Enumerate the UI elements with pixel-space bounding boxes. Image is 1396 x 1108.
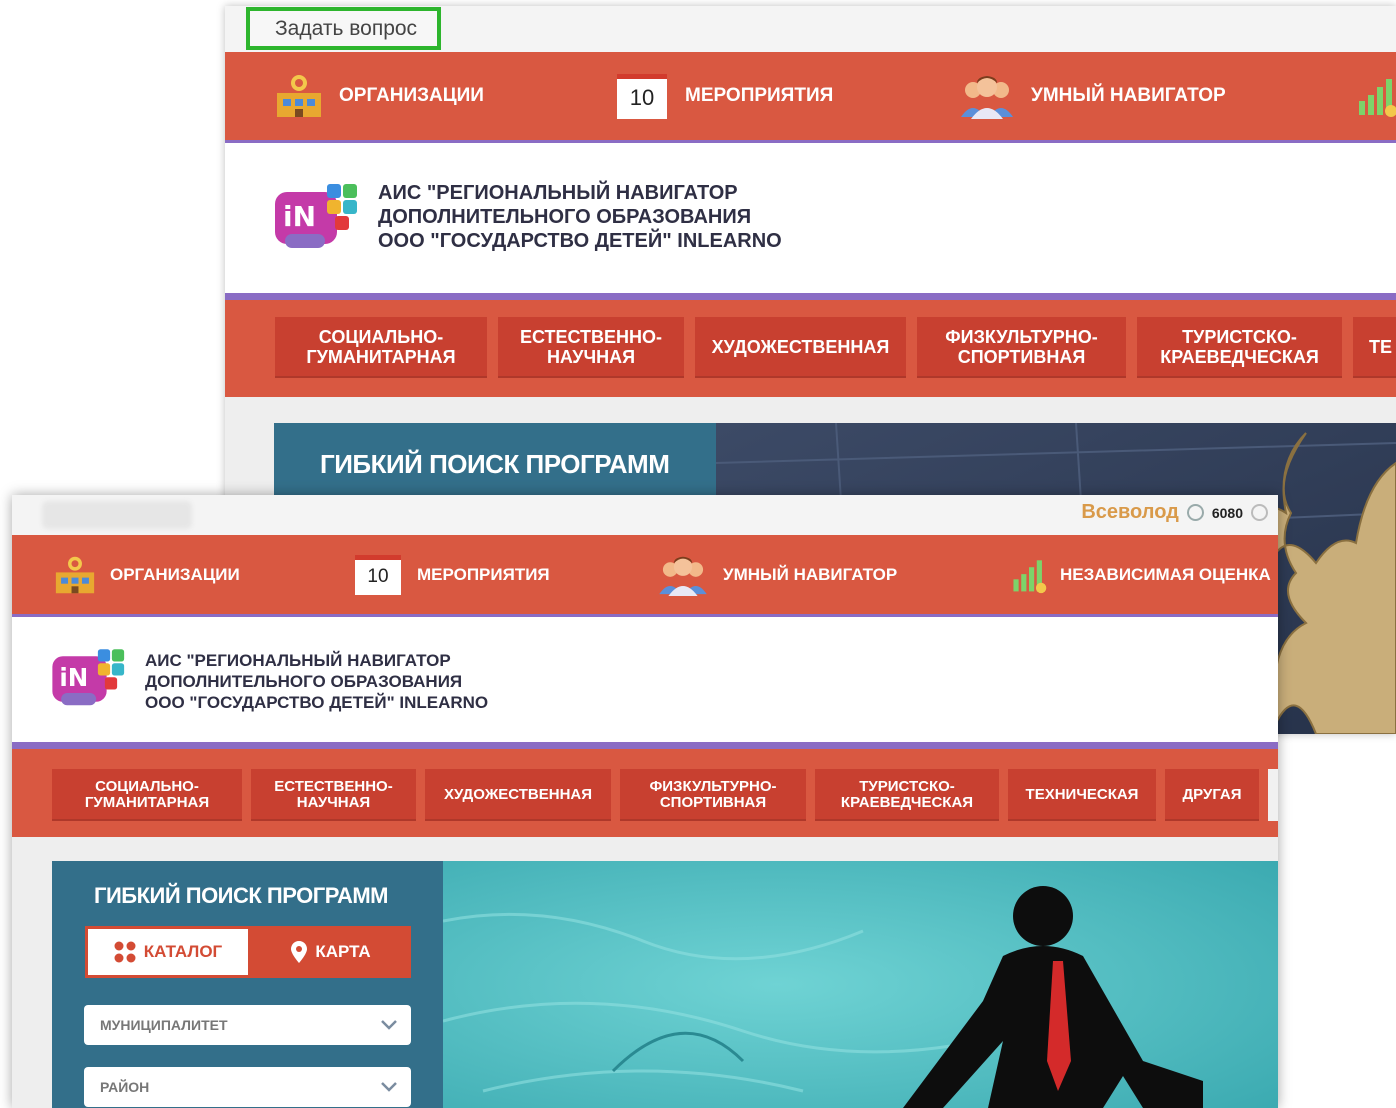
nav-independent-assessment[interactable]: НЕЗАВИСИМАЯ ОЦЕНКА bbox=[1010, 535, 1271, 614]
svg-text:iN: iN bbox=[283, 200, 316, 233]
ask-question-button[interactable]: Задать вопрос bbox=[246, 7, 441, 50]
header-title: АИС "РЕГИОНАЛЬНЫЙ НАВИГАТОР ДОПОЛНИТЕЛЬН… bbox=[145, 651, 489, 712]
category-sport[interactable]: ФИЗКУЛЬТУРНО- СПОРТИВНАЯ bbox=[620, 769, 806, 821]
map-tab[interactable]: КАРТА bbox=[251, 926, 411, 978]
category-social[interactable]: СОЦИАЛЬНО- ГУМАНИТАРНАЯ bbox=[52, 769, 242, 821]
user-name[interactable]: Всеволод bbox=[1081, 501, 1179, 524]
nav-organizations[interactable]: ОРГАНИЗАЦИИ bbox=[273, 52, 484, 140]
people-icon bbox=[961, 76, 1013, 119]
district-placeholder: РАЙОН bbox=[100, 1079, 150, 1095]
nav-events-label: МЕРОПРИЯТИЯ bbox=[685, 85, 834, 106]
top-bar: Всеволод 6080 bbox=[12, 495, 1278, 535]
category-bar: СОЦИАЛЬНО- ГУМАНИТАРНАЯ ЕСТЕСТВЕННО- НАУ… bbox=[225, 300, 1396, 397]
nav-events-label: МЕРОПРИЯТИЯ bbox=[417, 564, 550, 584]
search-panel: ГИБКИЙ ПОИСК ПРОГРАММ КАТАЛОГ КАРТА МУНИ… bbox=[52, 861, 443, 1108]
main-nav: ОРГАНИЗАЦИИ 10 МЕРОПРИЯТИЯ УМНЫЙ НАВИГАТ… bbox=[12, 535, 1278, 617]
category-art[interactable]: ХУДОЖЕСТВЕННАЯ bbox=[695, 317, 906, 378]
nav-independent-assessment[interactable] bbox=[1355, 52, 1396, 140]
nav-independent-assessment-label: НЕЗАВИСИМАЯ ОЦЕНКА bbox=[1060, 564, 1271, 584]
view-toggle: КАТАЛОГ КАРТА bbox=[85, 926, 411, 978]
map-pin-icon bbox=[291, 941, 308, 963]
category-overflow bbox=[1268, 769, 1278, 821]
category-social[interactable]: СОЦИАЛЬНО- ГУМАНИТАРНАЯ bbox=[275, 317, 487, 378]
main-nav: ОРГАНИЗАЦИИ 10 МЕРОПРИЯТИЯ УМНЫЙ НАВИГАТ… bbox=[225, 52, 1396, 143]
nav-smart-navigator-label: УМНЫЙ НАВИГАТОР bbox=[1031, 85, 1226, 106]
calendar-icon: 10 bbox=[617, 73, 667, 119]
district-select[interactable]: РАЙОН bbox=[84, 1067, 411, 1107]
category-other[interactable]: ДРУГАЯ bbox=[1165, 769, 1259, 821]
chevron-down-icon bbox=[381, 1020, 397, 1030]
catalog-tab[interactable]: КАТАЛОГ bbox=[85, 926, 251, 978]
municipality-select[interactable]: МУНИЦИПАЛИТЕТ bbox=[84, 1005, 411, 1045]
category-science[interactable]: ЕСТЕСТВЕННО- НАУЧНАЯ bbox=[498, 317, 684, 378]
chart-icon bbox=[1013, 559, 1047, 593]
category-tourism[interactable]: ТУРИСТСКО- КРАЕВЕДЧЕСКАЯ bbox=[815, 769, 999, 821]
nav-smart-navigator[interactable]: УМНЫЙ НАВИГАТОР bbox=[657, 535, 897, 614]
top-bar: Задать вопрос bbox=[225, 6, 1396, 52]
people-icon bbox=[659, 556, 707, 596]
nav-events[interactable]: 10 МЕРОПРИЯТИЯ bbox=[355, 535, 550, 614]
site-header: iN АИС "РЕГИОНАЛЬНЫЙ НАВИГАТОР ДОПОЛНИТЕ… bbox=[225, 143, 1396, 300]
nav-smart-navigator-label: УМНЫЙ НАВИГАТОР bbox=[723, 564, 898, 584]
category-bar: СОЦИАЛЬНО- ГУМАНИТАРНАЯ ЕСТЕСТВЕННО- НАУ… bbox=[12, 749, 1278, 837]
category-tourism[interactable]: ТУРИСТСКО- КРАЕВЕДЧЕСКАЯ bbox=[1137, 317, 1342, 378]
coin-icon bbox=[1186, 504, 1204, 521]
foreground-screenshot: Всеволод 6080 ОРГАНИЗАЦИИ 10 МЕРОПРИЯТИЯ bbox=[12, 495, 1278, 1108]
nav-organizations-label: ОРГАНИЗАЦИИ bbox=[110, 564, 240, 584]
map-label: КАРТА bbox=[315, 942, 371, 961]
svg-text:iN: iN bbox=[59, 663, 88, 692]
search-title: ГИБКИЙ ПОИСК ПРОГРАММ bbox=[94, 883, 389, 908]
grid-icon bbox=[114, 941, 136, 963]
nav-organizations-label: ОРГАНИЗАЦИИ bbox=[339, 85, 484, 106]
nav-smart-navigator[interactable]: УМНЫЙ НАВИГАТОР bbox=[959, 52, 1226, 140]
chart-icon bbox=[1359, 79, 1396, 117]
inlearno-logo[interactable]: iN bbox=[273, 178, 363, 258]
chevron-down-icon bbox=[381, 1082, 397, 1092]
category-art[interactable]: ХУДОЖЕСТВЕННАЯ bbox=[425, 769, 611, 821]
header-title: АИС "РЕГИОНАЛЬНЫЙ НАВИГАТОР ДОПОЛНИТЕЛЬН… bbox=[378, 182, 782, 252]
settings-icon[interactable] bbox=[1251, 504, 1268, 521]
hero-image bbox=[443, 861, 1278, 1108]
blurred-element bbox=[42, 501, 192, 529]
search-title: ГИБКИЙ ПОИСК ПРОГРАММ bbox=[320, 449, 670, 479]
municipality-placeholder: МУНИЦИПАЛИТЕТ bbox=[100, 1017, 228, 1033]
site-header: iN АИС "РЕГИОНАЛЬНЫЙ НАВИГАТОР ДОПОЛНИТЕ… bbox=[12, 617, 1278, 749]
user-info: Всеволод 6080 bbox=[1081, 501, 1268, 524]
inlearno-logo[interactable]: iN bbox=[50, 644, 130, 714]
organizations-icon bbox=[277, 75, 321, 117]
catalog-label: КАТАЛОГ bbox=[143, 942, 223, 961]
calendar-icon: 10 bbox=[355, 554, 401, 595]
category-technical[interactable]: ТЕ bbox=[1353, 317, 1396, 378]
category-science[interactable]: ЕСТЕСТВЕННО- НАУЧНАЯ bbox=[251, 769, 416, 821]
nav-events[interactable]: 10 МЕРОПРИЯТИЯ bbox=[617, 52, 833, 140]
category-technical[interactable]: ТЕХНИЧЕСКАЯ bbox=[1008, 769, 1156, 821]
category-sport[interactable]: ФИЗКУЛЬТУРНО- СПОРТИВНАЯ bbox=[917, 317, 1126, 378]
organizations-icon bbox=[55, 556, 95, 593]
nav-organizations[interactable]: ОРГАНИЗАЦИИ bbox=[52, 535, 240, 614]
user-score: 6080 bbox=[1211, 504, 1243, 521]
